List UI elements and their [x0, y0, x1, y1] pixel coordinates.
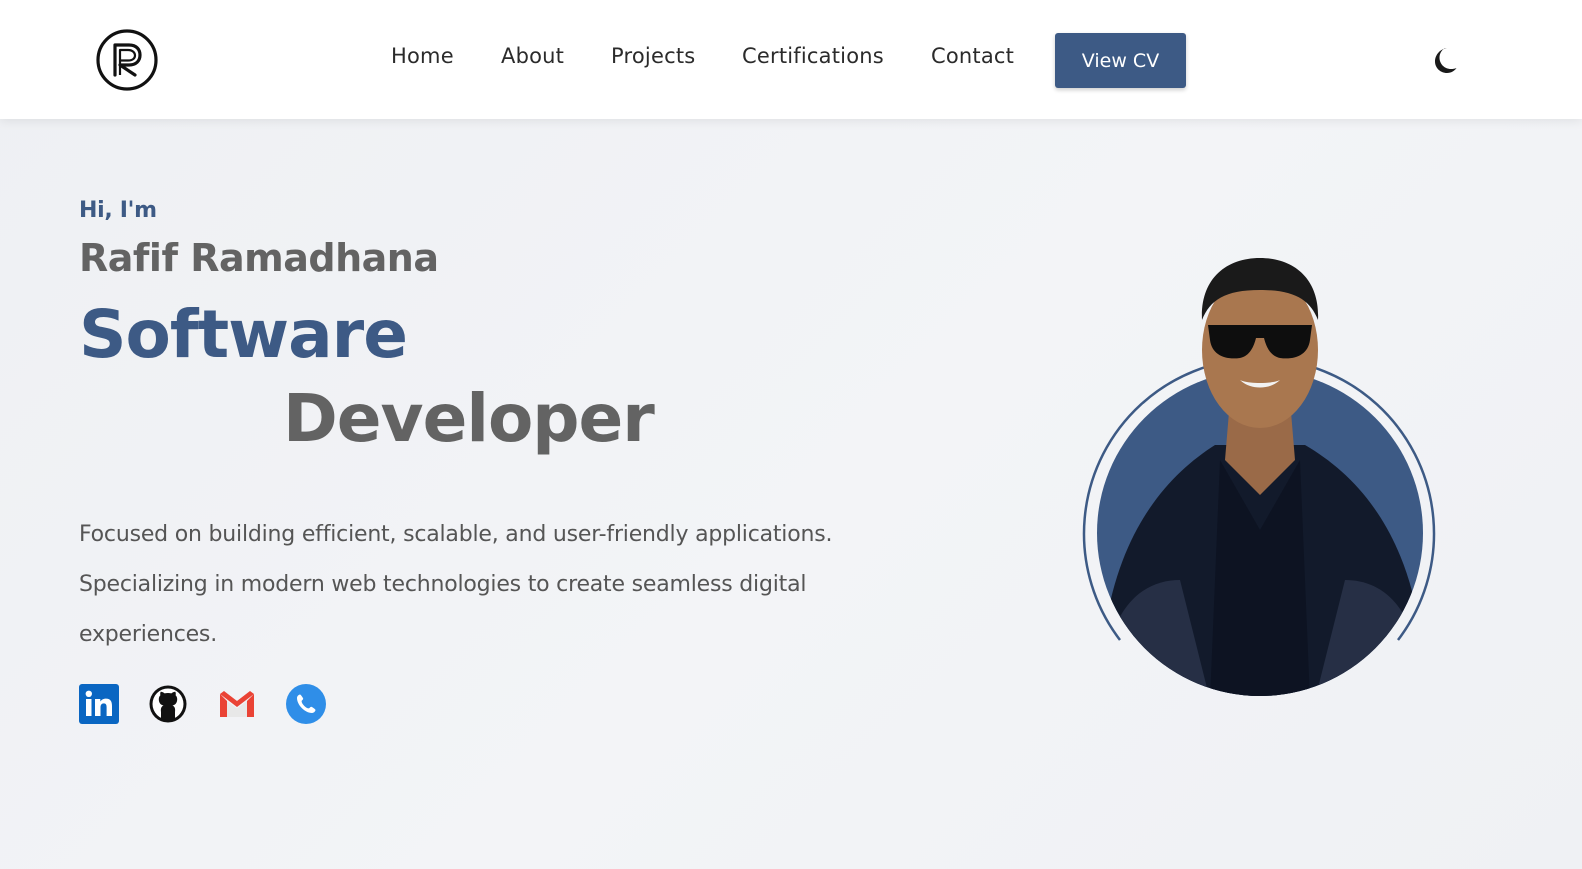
hero-name: Rafif Ramadhana — [79, 236, 439, 280]
github-icon[interactable] — [148, 684, 188, 724]
logo-icon[interactable] — [95, 28, 159, 92]
linkedin-icon[interactable] — [79, 684, 119, 724]
nav-contact[interactable]: Contact — [931, 44, 1014, 68]
nav-certifications[interactable]: Certifications — [742, 44, 884, 68]
nav-about[interactable]: About — [501, 44, 564, 68]
phone-icon[interactable] — [286, 684, 326, 724]
hero-description: Focused on building efficient, scalable,… — [79, 522, 833, 647]
gmail-icon[interactable] — [217, 684, 257, 724]
navbar: Home About Projects Certifications Conta… — [0, 0, 1582, 119]
moon-icon[interactable] — [1428, 44, 1460, 76]
profile-photo — [1082, 258, 1436, 696]
hero-role-software: Software — [79, 296, 408, 373]
hero-greeting: Hi, I'm — [79, 198, 157, 223]
hero-role-developer: Developer — [283, 380, 655, 457]
social-links — [79, 684, 326, 724]
view-cv-button[interactable]: View CV — [1055, 33, 1186, 88]
nav-home[interactable]: Home — [391, 44, 454, 68]
nav-projects[interactable]: Projects — [611, 44, 695, 68]
